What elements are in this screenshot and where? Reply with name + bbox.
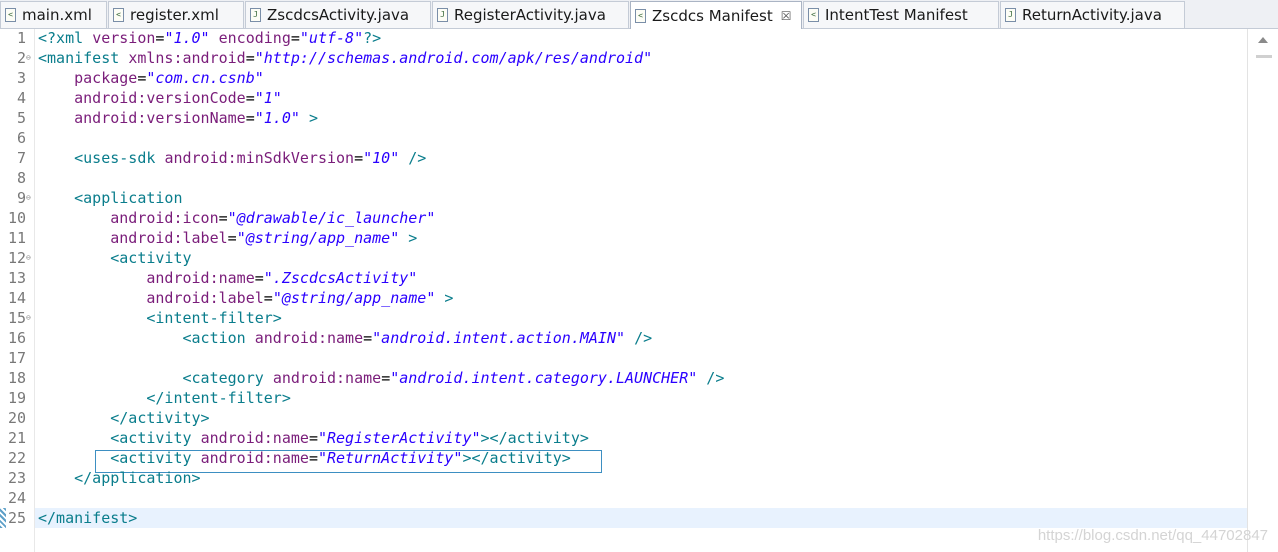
code-line: 13 android:name=".ZscdcsActivity" <box>0 268 1240 288</box>
code-line: 8 <box>0 168 1240 188</box>
tab-register-activity[interactable]: J RegisterActivity.java <box>432 1 629 28</box>
vertical-scrollbar[interactable] <box>1247 29 1278 552</box>
line-number: 5 <box>16 109 26 127</box>
code-line: 7 <uses-sdk android:minSdkVersion="10" /… <box>0 148 1240 168</box>
line-number: 7 <box>16 149 26 167</box>
line-number: 11 <box>7 229 26 247</box>
java-file-icon: J <box>437 8 448 22</box>
line-number: 12 <box>7 249 26 267</box>
code-line: 10 android:icon="@drawable/ic_launcher" <box>0 208 1240 228</box>
tab-label: IntentTest Manifest <box>825 6 968 24</box>
code-line: 22 <activity android:name="ReturnActivit… <box>0 448 1240 468</box>
scroll-up-icon[interactable] <box>1258 37 1268 43</box>
tab-label: ZscdcsActivity.java <box>267 6 410 24</box>
overview-ruler-mark <box>1256 55 1272 58</box>
tab-return-activity[interactable]: J ReturnActivity.java <box>1000 1 1185 28</box>
code-line: 9 ⊖ <application <box>0 188 1240 208</box>
fold-icon[interactable]: ⊖ <box>26 48 33 68</box>
code-line: 5 android:versionName="1.0" > <box>0 108 1240 128</box>
code-line: 19 </intent-filter> <box>0 388 1240 408</box>
line-number: 22 <box>7 449 26 467</box>
line-number: 6 <box>16 129 26 147</box>
xml-file-icon: < <box>5 8 16 22</box>
line-number: 25 <box>7 509 26 527</box>
fold-icon[interactable]: ⊖ <box>26 248 33 268</box>
code-line: 21 <activity android:name="RegisterActiv… <box>0 428 1240 448</box>
line-number: 10 <box>7 209 26 227</box>
tab-main-xml[interactable]: < main.xml <box>0 1 107 28</box>
code-line: 20 </activity> <box>0 408 1240 428</box>
code-line: 2 ⊖ <manifest xmlns:android="http://schema… <box>0 48 1240 68</box>
code-line: 17 <box>0 348 1240 368</box>
java-file-icon: J <box>1005 8 1016 22</box>
java-file-icon: J <box>250 8 261 22</box>
line-number: 9 <box>16 189 26 207</box>
code-line: 24 <box>0 488 1240 508</box>
tab-label: RegisterActivity.java <box>454 6 606 24</box>
tab-zscdcs-manifest[interactable]: < Zscdcs Manifest ☒ <box>630 1 802 30</box>
manifest-file-icon: < <box>635 9 646 23</box>
code-line: 14 android:label="@string/app_name" > <box>0 288 1240 308</box>
line-number: 21 <box>7 429 26 447</box>
line-number: 3 <box>16 69 26 87</box>
line-number: 14 <box>7 289 26 307</box>
code-line: 6 <box>0 128 1240 148</box>
line-number: 4 <box>16 89 26 107</box>
code-editor[interactable]: 1 <?xml version="1.0" encoding="utf-8"?> … <box>0 29 1278 552</box>
xml-file-icon: < <box>113 8 124 22</box>
code-line: 15 ⊖ <intent-filter> <box>0 308 1240 328</box>
code-line: 25 </manifest> <box>0 508 1240 528</box>
line-number: 19 <box>7 389 26 407</box>
code-line: 23 </application> <box>0 468 1240 488</box>
tab-zscdcs-activity[interactable]: J ZscdcsActivity.java <box>245 1 431 28</box>
tab-intenttest-manifest[interactable]: < IntentTest Manifest <box>803 1 999 28</box>
code-line: 3 package="com.cn.csnb" <box>0 68 1240 88</box>
line-number: 16 <box>7 329 26 347</box>
line-number: 23 <box>7 469 26 487</box>
tab-label: ReturnActivity.java <box>1022 6 1162 24</box>
code-line: 11 android:label="@string/app_name" > <box>0 228 1240 248</box>
watermark: https://blog.csdn.net/qq_44702847 <box>1037 527 1268 544</box>
line-number: 20 <box>7 409 26 427</box>
tab-label: register.xml <box>130 6 219 24</box>
line-number: 2 <box>16 49 26 67</box>
tab-register-xml[interactable]: < register.xml <box>108 1 244 28</box>
line-number: 1 <box>16 29 26 47</box>
line-number: 18 <box>7 369 26 387</box>
code-line: 1 <?xml version="1.0" encoding="utf-8"?> <box>0 28 1240 48</box>
fold-icon[interactable]: ⊖ <box>26 188 33 208</box>
code-line: 4 android:versionCode="1" <box>0 88 1240 108</box>
line-number: 13 <box>7 269 26 287</box>
close-icon[interactable]: ☒ <box>781 9 792 23</box>
line-number: 24 <box>7 489 26 507</box>
code-line: 16 <action android:name="android.intent.… <box>0 328 1240 348</box>
manifest-file-icon: < <box>808 8 819 22</box>
code-line: 18 <category android:name="android.inten… <box>0 368 1240 388</box>
fold-icon[interactable]: ⊖ <box>26 308 33 328</box>
tab-label: Zscdcs Manifest <box>652 7 773 25</box>
line-number: 17 <box>7 349 26 367</box>
tab-label: main.xml <box>22 6 92 24</box>
editor-tab-bar: < main.xml < register.xml J ZscdcsActivity.… <box>0 0 1278 30</box>
line-number: 15 <box>7 309 26 327</box>
line-number: 8 <box>16 169 26 187</box>
code-line: 12 ⊖ <activity <box>0 248 1240 268</box>
